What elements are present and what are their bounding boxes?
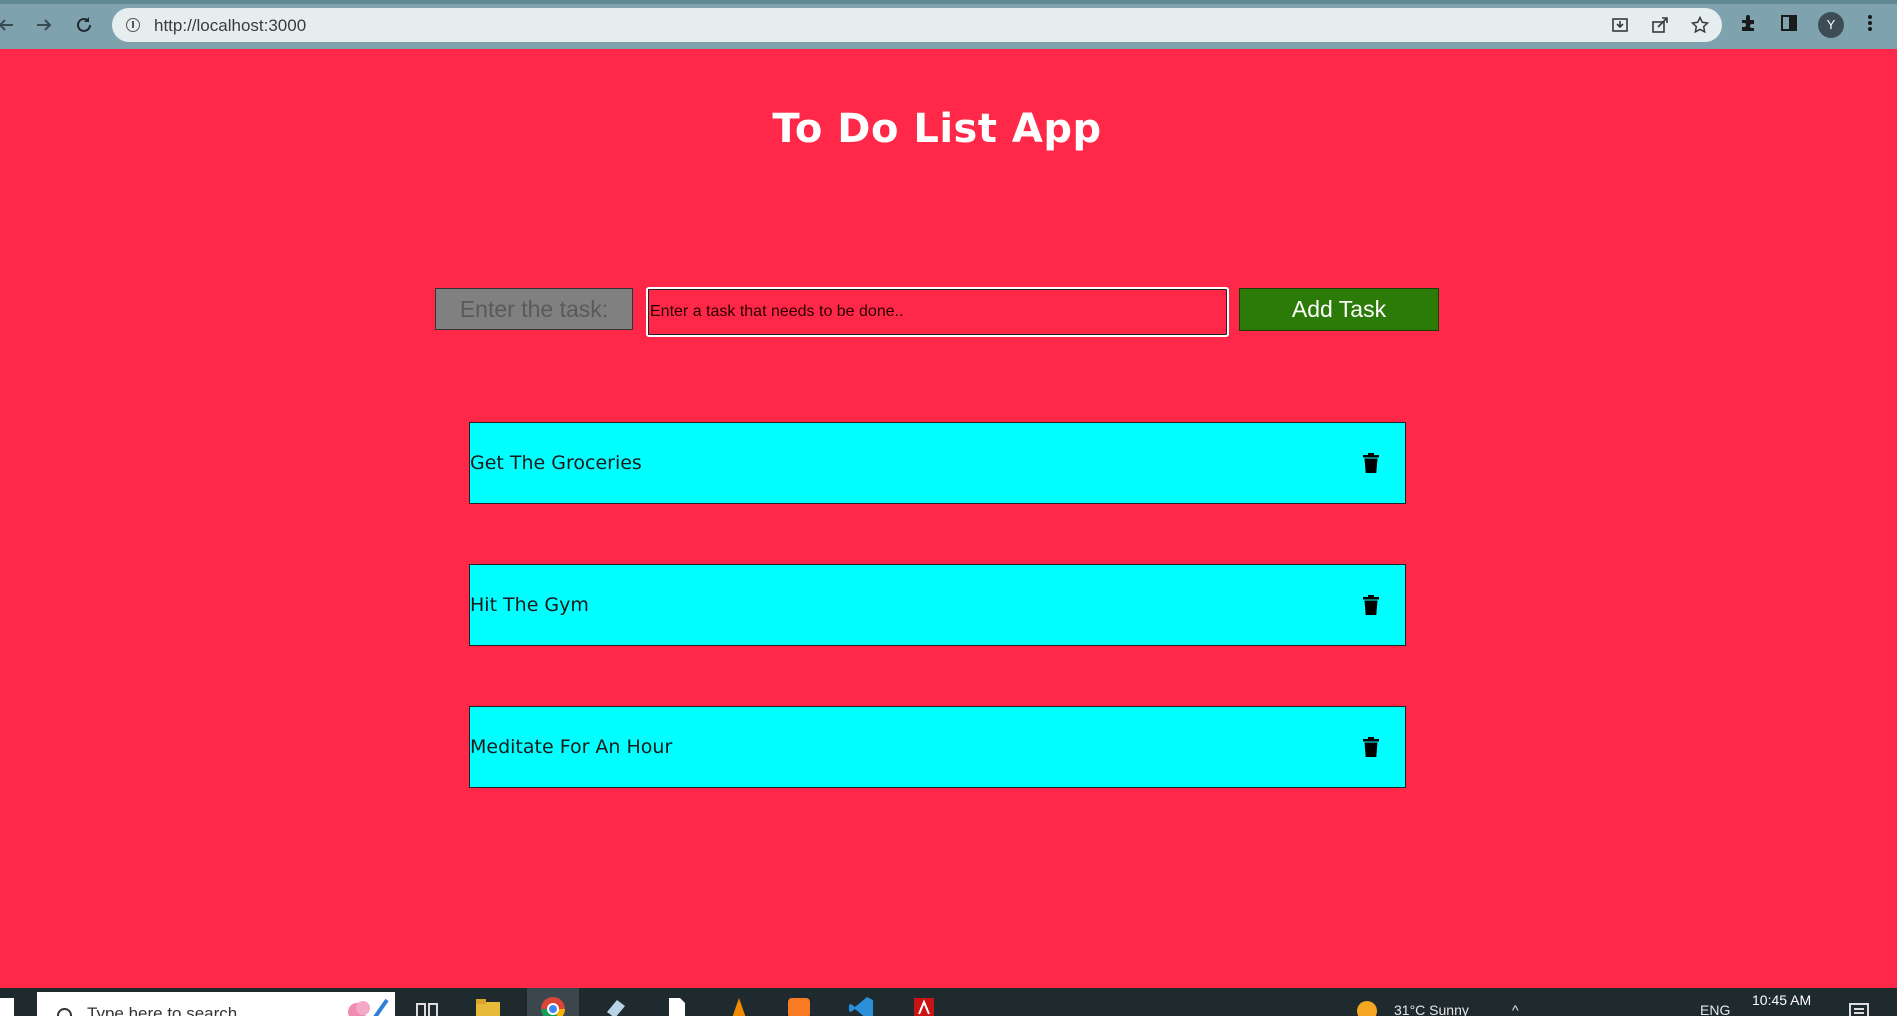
file-explorer-icon[interactable]	[475, 996, 501, 1016]
task-item: Get The Groceries	[469, 422, 1406, 504]
taskbar-search-placeholder: Type here to search	[87, 1004, 238, 1016]
trash-icon[interactable]	[1363, 453, 1379, 473]
browser-toolbar: http://localhost:3000 Y	[0, 0, 1897, 49]
tab-strip	[0, 0, 1897, 4]
task-text: Meditate For An Hour	[470, 736, 673, 758]
forward-button[interactable]	[30, 11, 58, 39]
weather-sun-icon[interactable]	[1354, 996, 1380, 1016]
tray-overflow-icon[interactable]: ^	[1512, 1002, 1519, 1016]
arrow-left-icon	[0, 19, 13, 31]
star-icon[interactable]	[1690, 15, 1710, 36]
windows-taskbar: Type here to search 31°C Sunny ^ ENG 10:…	[0, 988, 1897, 1016]
task-list: Get The Groceries Hit The Gym Meditate F…	[469, 422, 1406, 848]
task-text: Get The Groceries	[470, 452, 642, 474]
acrobat-icon[interactable]	[911, 996, 937, 1016]
page-title: To Do List App	[772, 105, 1102, 152]
notifications-icon[interactable]	[1846, 996, 1872, 1016]
add-task-button[interactable]: Add Task	[1239, 288, 1439, 331]
reload-icon	[77, 17, 91, 32]
start-icon[interactable]	[0, 998, 14, 1016]
xampp-icon[interactable]	[786, 996, 812, 1016]
site-info-icon[interactable]	[126, 18, 140, 32]
task-input[interactable]	[646, 287, 1229, 337]
trash-icon[interactable]	[1363, 595, 1379, 615]
arrow-right-icon	[37, 19, 52, 31]
search-icon	[57, 1008, 72, 1016]
profile-avatar[interactable]: Y	[1818, 12, 1844, 38]
side-panel-icon[interactable]	[1777, 13, 1801, 37]
document-icon[interactable]	[664, 996, 690, 1016]
page-content: To Do List App Enter the task: Add Task …	[0, 49, 1897, 988]
trash-icon[interactable]	[1363, 737, 1379, 757]
back-button[interactable]	[0, 11, 20, 39]
extensions-icon[interactable]	[1737, 13, 1761, 37]
share-icon[interactable]	[1650, 16, 1670, 36]
eraser-app-icon[interactable]	[603, 996, 629, 1016]
task-item: Meditate For An Hour	[469, 706, 1406, 788]
reload-button[interactable]	[70, 11, 98, 39]
menu-icon[interactable]	[1858, 13, 1882, 37]
task-item: Hit The Gym	[469, 564, 1406, 646]
task-view-icon[interactable]	[415, 996, 441, 1016]
task-input-label: Enter the task:	[435, 288, 633, 330]
vscode-icon[interactable]	[848, 996, 874, 1016]
task-text: Hit The Gym	[470, 594, 589, 616]
clock-time[interactable]: 10:45 AM	[1752, 992, 1811, 1008]
vlc-icon[interactable]	[726, 996, 752, 1016]
taskbar-search[interactable]: Type here to search	[37, 992, 395, 1016]
address-bar[interactable]: http://localhost:3000	[112, 8, 1722, 42]
url-text[interactable]: http://localhost:3000	[154, 16, 306, 36]
weather-text[interactable]: 31°C Sunny	[1394, 1002, 1469, 1016]
chrome-icon[interactable]	[540, 996, 566, 1016]
search-highlight-icon	[348, 998, 389, 1016]
install-icon[interactable]	[1610, 16, 1630, 36]
language-indicator[interactable]: ENG	[1700, 1002, 1730, 1016]
